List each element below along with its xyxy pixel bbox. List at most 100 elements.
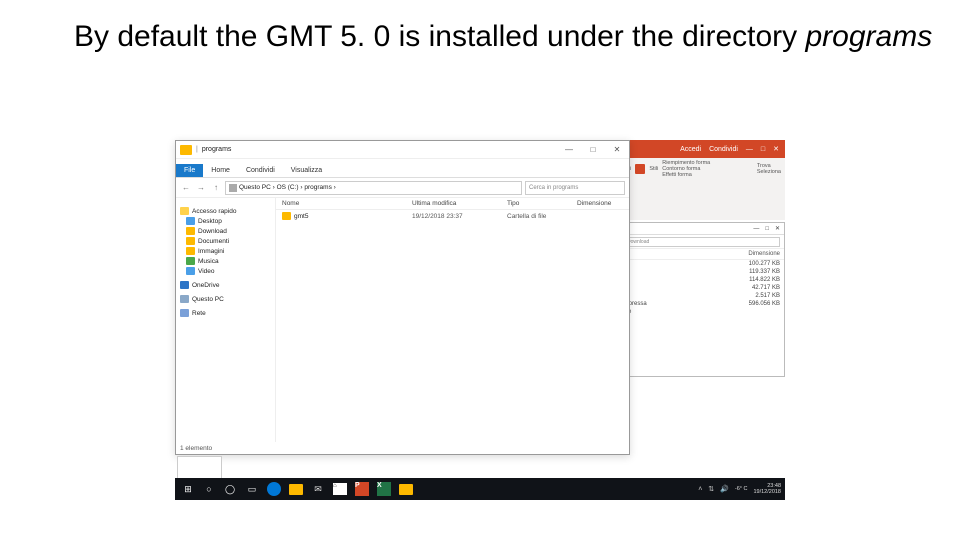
file-size: 2.517 KB <box>730 293 780 299</box>
explorer-window-programs: | programs — □ ✕ File Home Condividi Vis… <box>175 140 630 455</box>
pp-close[interactable]: ✕ <box>773 145 779 153</box>
onedrive[interactable]: OneDrive <box>178 280 273 290</box>
pp-select[interactable]: Seleziona <box>757 169 781 175</box>
col-type[interactable]: Tipo <box>507 200 577 207</box>
e2-close[interactable]: ✕ <box>775 225 780 232</box>
nav-back[interactable]: ← <box>180 182 192 194</box>
sidebar-item-label: Desktop <box>198 218 222 225</box>
sidebar-item-label: Documenti <box>198 238 229 245</box>
column-headers: Nome Ultima modifica Tipo Dimensione <box>276 198 629 210</box>
address-bar[interactable]: Questo PC › OS (C:) › programs › <box>225 181 522 195</box>
e2-min[interactable]: — <box>753 226 759 232</box>
pp-signin[interactable]: Accedi <box>680 146 701 153</box>
close-button[interactable]: ✕ <box>605 141 629 159</box>
tab-share[interactable]: Condividi <box>238 164 283 177</box>
tab-file[interactable]: File <box>176 164 203 177</box>
file-size: 100.277 KB <box>730 261 780 267</box>
tray-net-icon[interactable]: ⇅ <box>708 485 714 493</box>
sidebar-item[interactable]: Musica <box>178 256 273 266</box>
path-text: Questo PC › OS (C:) › programs › <box>239 184 336 191</box>
file-name: gmt5 <box>294 213 308 220</box>
e2-max[interactable]: □ <box>765 226 769 232</box>
file-size: 42.717 KB <box>730 285 780 291</box>
max-button[interactable]: □ <box>581 141 605 159</box>
mail-icon[interactable]: ✉ <box>309 481 327 497</box>
slide-title: By default the GMT 5. 0 is installed und… <box>74 18 932 56</box>
system-tray: ˄ ⇅ 🔊 -6° C 23:48 19/12/2018 <box>698 483 781 495</box>
edge-icon[interactable] <box>265 481 283 497</box>
tray-temp: -6° C <box>735 486 748 492</box>
address-bar-row: ← → ↑ Questo PC › OS (C:) › programs › C… <box>176 178 629 198</box>
styles-icon <box>635 164 645 174</box>
file-date: 19/12/2018 23:37 <box>412 213 507 220</box>
start-button[interactable]: ⊞ <box>179 481 197 497</box>
sidebar-item-label: Download <box>198 228 227 235</box>
folder-icon <box>186 227 195 235</box>
sidebar-item-label: Immagini <box>198 248 224 255</box>
sidebar-item[interactable]: Immagini <box>178 246 273 256</box>
pp-effects[interactable]: Effetti forma <box>662 172 710 178</box>
taskview-icon[interactable]: ▭ <box>243 481 261 497</box>
title-text: By default the GMT 5. 0 is installed und… <box>74 20 805 53</box>
file-size: 114.822 KB <box>730 277 780 283</box>
col-date[interactable]: Ultima modifica <box>412 200 507 207</box>
pp-min[interactable]: — <box>746 146 753 153</box>
tab-view[interactable]: Visualizza <box>283 164 330 177</box>
quick-access[interactable]: Accesso rapido <box>178 206 273 216</box>
folder-icon <box>186 257 195 265</box>
sidebar-item[interactable]: Documenti <box>178 236 273 246</box>
store-icon[interactable]: ⌂ <box>331 481 349 497</box>
cortana-icon[interactable]: ◯ <box>221 481 239 497</box>
search-placeholder: Cerca in programs <box>529 185 578 191</box>
folder-icon <box>186 237 195 245</box>
folder-icon <box>282 212 291 220</box>
sidebar-item[interactable]: Download <box>178 226 273 236</box>
folder-icon <box>186 267 195 275</box>
excel-icon[interactable]: X <box>375 481 393 497</box>
tray-up-icon[interactable]: ˄ <box>698 486 702 493</box>
e2-search[interactable]: Cerca in Download <box>604 237 780 247</box>
folder-icon <box>180 145 192 155</box>
tray-date[interactable]: 19/12/2018 <box>753 489 781 495</box>
network[interactable]: Rete <box>178 308 273 318</box>
nav-forward[interactable]: → <box>195 182 207 194</box>
sidebar-item-label: Video <box>198 268 215 275</box>
this-pc[interactable]: Questo PC <box>178 294 273 304</box>
search-box[interactable]: Cerca in programs <box>525 181 625 195</box>
sidebar-item[interactable]: Desktop <box>178 216 273 226</box>
sidebar-item[interactable]: Video <box>178 266 273 276</box>
folder-icon <box>186 217 195 225</box>
tab-home[interactable]: Home <box>203 164 238 177</box>
sidebar-item-label: Musica <box>198 258 219 265</box>
ribbon-tabs: File Home Condividi Visualizza <box>176 159 629 177</box>
tray-vol-icon[interactable]: 🔊 <box>720 485 729 493</box>
thispc-label: Questo PC <box>192 296 224 303</box>
title-italic: programs <box>805 20 932 53</box>
file-row[interactable]: gmt519/12/2018 23:37Cartella di file <box>276 210 629 222</box>
star-icon <box>180 207 189 215</box>
explorer-task-icon[interactable] <box>397 481 415 497</box>
col-size[interactable]: Dimensione <box>577 200 623 207</box>
status-bar: 1 elemento <box>180 445 212 452</box>
nav-pane: Accesso rapido Desktop Download Documenti I… <box>176 198 276 442</box>
pp-max[interactable]: □ <box>761 146 765 153</box>
folder-icon <box>186 247 195 255</box>
network-icon <box>180 309 189 317</box>
explorer-titlebar: | programs — □ ✕ <box>176 141 629 159</box>
search-icon[interactable]: ○ <box>201 481 217 497</box>
onedrive-label: OneDrive <box>192 282 219 289</box>
min-button[interactable]: — <box>557 141 581 159</box>
pc-icon <box>180 295 189 303</box>
explorer-icon[interactable] <box>287 481 305 497</box>
powerpoint-icon[interactable]: P <box>353 481 371 497</box>
file-size: 596.056 KB <box>730 301 780 307</box>
file-size <box>730 309 780 315</box>
embedded-screenshot: Accedi Condividi — □ ✕ Disponi Stili Rie… <box>175 140 785 500</box>
pp-styles[interactable]: Stili <box>649 166 658 172</box>
network-label: Rete <box>192 310 206 317</box>
pp-share[interactable]: Condividi <box>709 146 738 153</box>
file-list: Nome Ultima modifica Tipo Dimensione gmt… <box>276 198 629 442</box>
nav-up[interactable]: ↑ <box>210 182 222 194</box>
e2-col-size[interactable]: Dimensione <box>730 251 780 257</box>
col-name[interactable]: Nome <box>282 200 412 207</box>
